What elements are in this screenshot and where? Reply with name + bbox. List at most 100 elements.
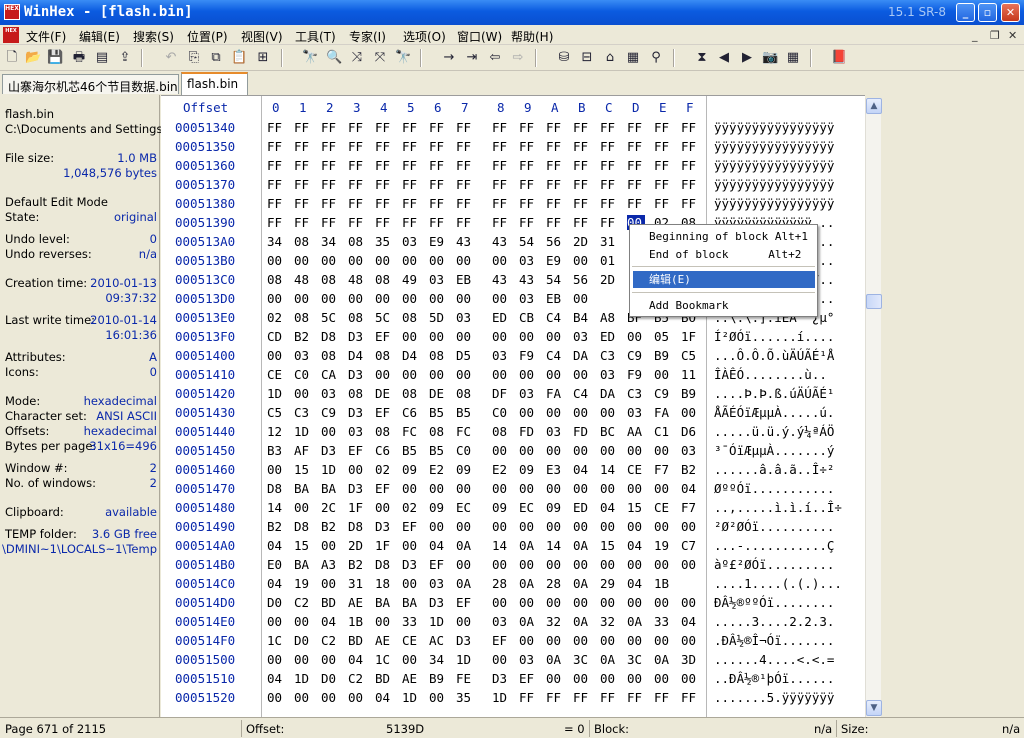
hex-byte[interactable]: FF <box>294 196 312 211</box>
hex-byte[interactable]: C3 <box>600 348 618 363</box>
vertical-scrollbar[interactable]: ▲ ▼ <box>865 98 882 717</box>
hex-byte[interactable]: 00 <box>627 671 645 686</box>
hex-byte[interactable]: A8 <box>600 310 618 325</box>
row-text[interactable]: ......â.â.ã..Î÷² <box>714 462 864 477</box>
hex-row[interactable]: 00051360 FF FF FF FF FF FF FF FF FF FF FF FF FF FF FF FF… <box>161 156 865 175</box>
hex-byte[interactable]: FF <box>654 120 672 135</box>
hex-byte[interactable]: BA <box>375 595 393 610</box>
hex-byte[interactable]: EF <box>375 481 393 496</box>
hex-byte[interactable]: D3 <box>492 671 510 686</box>
hex-row[interactable]: 00051440 12 1D 00 03 08 FC 08 FC 08 FD 03 FD BC AA C1 D6… <box>161 422 865 441</box>
hex-byte[interactable]: 0A <box>654 652 672 667</box>
hex-byte[interactable]: 01 <box>600 253 618 268</box>
menu-file[interactable]: 文件(F) <box>26 28 66 45</box>
row-text[interactable]: ÿÿÿÿÿÿÿÿÿÿÿÿÿÿÿÿ <box>714 196 864 211</box>
hex-editor-pane[interactable]: Offset 0123456789ABCDEF 00051340 FF FF FF FF… <box>161 95 865 718</box>
hex-byte[interactable]: 0A <box>600 652 618 667</box>
hex-row[interactable]: 00051500 00 00 00 04 1C 00 34 1D 00 03 0A 3C 0A 3C 0A 3D… <box>161 650 865 669</box>
hex-byte[interactable]: FF <box>519 139 537 154</box>
hex-byte[interactable]: 2D <box>348 538 366 553</box>
menu-window[interactable]: 窗口(W) <box>457 28 502 45</box>
open-folder-icon[interactable]: 📂 <box>25 50 41 66</box>
hex-row[interactable]: 00051520 00 00 00 00 04 1D 00 35 1D FF FF FF FF FF FF FF… <box>161 688 865 707</box>
row-text[interactable]: àº£²ØÓï......... <box>714 557 864 572</box>
hex-byte[interactable]: 56 <box>546 234 564 249</box>
hex-byte[interactable]: 00 <box>573 557 591 572</box>
find-again-icon[interactable]: 🔭 <box>395 50 411 66</box>
hex-byte[interactable]: 00 <box>573 291 591 306</box>
scroll-up-button[interactable]: ▲ <box>866 98 882 114</box>
hex-row[interactable]: 00051430 C5 C3 C9 D3 EF C6 B5 B5 C0 00 00 00 00 03 FA 00… <box>161 403 865 422</box>
hex-byte[interactable]: ED <box>600 329 618 344</box>
hex-byte[interactable]: FF <box>600 139 618 154</box>
hex-byte[interactable]: FF <box>456 139 474 154</box>
hex-byte[interactable]: BA <box>294 557 312 572</box>
hex-byte[interactable]: 00 <box>321 424 339 439</box>
hex-byte[interactable]: D3 <box>348 367 366 382</box>
hex-byte[interactable]: FF <box>348 158 366 173</box>
hex-byte[interactable]: 08 <box>375 272 393 287</box>
hex-byte[interactable]: FA <box>546 386 564 401</box>
hex-byte[interactable]: 00 <box>573 633 591 648</box>
hex-byte[interactable]: 00 <box>681 671 699 686</box>
hex-byte[interactable]: 5C <box>321 310 339 325</box>
hex-row[interactable]: 00051370 FF FF FF FF FF FF FF FF FF FF FF FF FF FF FF FF… <box>161 175 865 194</box>
hex-byte[interactable]: 00 <box>456 557 474 572</box>
hex-byte[interactable]: FF <box>294 215 312 230</box>
hex-byte[interactable]: FF <box>654 158 672 173</box>
hex-byte[interactable]: E0 <box>267 557 285 572</box>
scroll-down-button[interactable]: ▼ <box>866 700 882 716</box>
hex-byte[interactable]: 1D <box>429 614 447 629</box>
hex-byte[interactable]: EF <box>402 519 420 534</box>
hex-byte[interactable]: FA <box>654 405 672 420</box>
hex-byte[interactable]: FF <box>654 177 672 192</box>
hex-byte[interactable]: 08 <box>492 424 510 439</box>
hex-byte[interactable]: 32 <box>600 614 618 629</box>
hex-byte[interactable]: 03 <box>492 348 510 363</box>
hex-byte[interactable]: AE <box>402 671 420 686</box>
hex-byte[interactable]: C2 <box>321 633 339 648</box>
hex-byte[interactable]: 28 <box>546 576 564 591</box>
hex-byte[interactable]: FF <box>546 139 564 154</box>
hex-byte[interactable]: 00 <box>519 443 537 458</box>
replace-hex-icon[interactable]: ⤧ <box>372 50 388 66</box>
hex-byte[interactable]: B9 <box>681 386 699 401</box>
hex-byte[interactable]: FF <box>348 177 366 192</box>
hex-byte[interactable]: FF <box>681 690 699 705</box>
hex-byte[interactable]: FF <box>627 196 645 211</box>
hex-byte[interactable]: 03 <box>546 424 564 439</box>
hex-byte[interactable]: E2 <box>492 462 510 477</box>
hex-byte[interactable]: F9 <box>519 348 537 363</box>
hex-byte[interactable]: 00 <box>375 367 393 382</box>
hex-byte[interactable]: FF <box>681 177 699 192</box>
hex-byte[interactable]: 1C <box>267 633 285 648</box>
hex-byte[interactable]: 00 <box>492 557 510 572</box>
hex-byte[interactable]: 33 <box>654 614 672 629</box>
hex-byte[interactable]: FF <box>294 139 312 154</box>
hex-byte[interactable]: 00 <box>294 500 312 515</box>
hex-byte[interactable]: 00 <box>681 557 699 572</box>
hex-byte[interactable]: CD <box>267 329 285 344</box>
hex-byte[interactable]: 08 <box>402 386 420 401</box>
hex-byte[interactable]: C7 <box>681 538 699 553</box>
hex-byte[interactable]: EF <box>375 329 393 344</box>
hex-byte[interactable]: 0A <box>627 614 645 629</box>
hex-byte[interactable]: 00 <box>573 253 591 268</box>
hex-byte[interactable]: 09 <box>546 500 564 515</box>
hex-byte[interactable]: 0A <box>573 614 591 629</box>
hex-byte[interactable]: FF <box>492 120 510 135</box>
hex-byte[interactable]: 00 <box>627 481 645 496</box>
hex-byte[interactable]: 00 <box>375 253 393 268</box>
hex-byte[interactable]: 00 <box>519 633 537 648</box>
hex-byte[interactable]: 00 <box>456 253 474 268</box>
hex-byte[interactable]: 04 <box>348 652 366 667</box>
hex-byte[interactable]: 00 <box>402 253 420 268</box>
hex-byte[interactable]: AE <box>348 595 366 610</box>
hex-byte[interactable]: FF <box>429 196 447 211</box>
hex-byte[interactable]: 0A <box>519 614 537 629</box>
context-beginning-of-block[interactable]: Beginning of block Alt+1 <box>633 228 815 245</box>
hex-byte[interactable]: 03 <box>519 291 537 306</box>
hex-byte[interactable]: B4 <box>573 310 591 325</box>
hex-byte[interactable]: 02 <box>375 462 393 477</box>
hex-byte[interactable]: 00 <box>492 652 510 667</box>
